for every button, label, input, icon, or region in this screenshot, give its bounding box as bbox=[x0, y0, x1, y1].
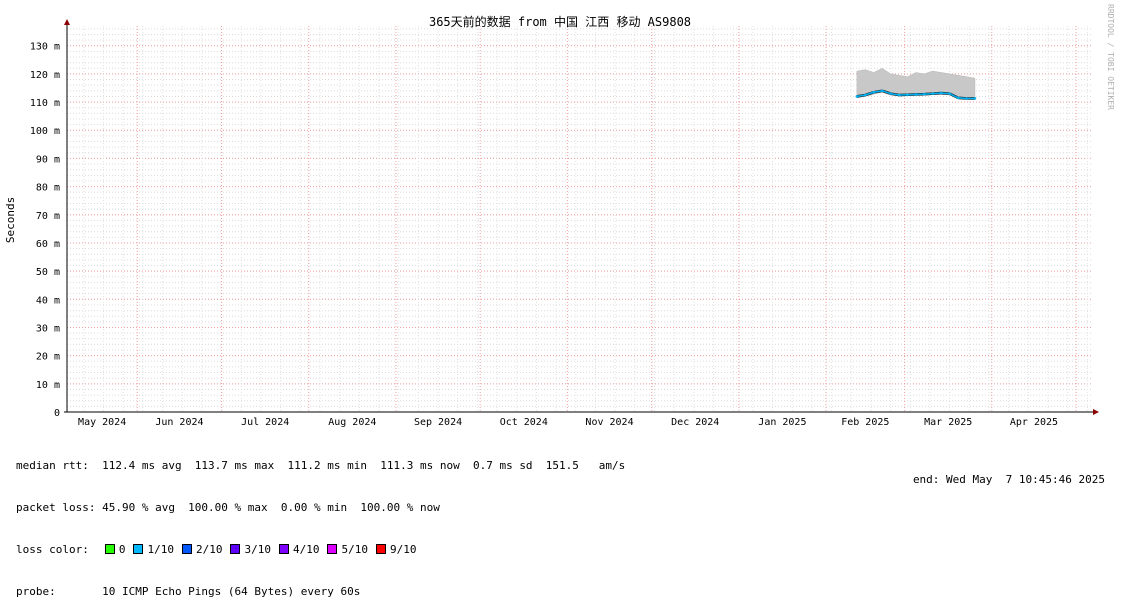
y-tick-label: 120 m bbox=[30, 70, 60, 81]
loss-color-swatch bbox=[278, 544, 289, 554]
median-rtt-point bbox=[889, 92, 892, 95]
loss-color-swatches: 0 1/10 2/10 3/10 4/10 5/10 9/10 bbox=[89, 543, 417, 556]
y-tick-label: 30 m bbox=[36, 323, 60, 334]
x-axis-arrow bbox=[1093, 409, 1099, 415]
loss-color-item: 1/10 bbox=[133, 543, 174, 556]
loss-color-label-text: 1/10 bbox=[147, 543, 174, 556]
chart: 0 10 m 20 m 30 m 40 m 50 m 60 m 70 m 80 m 90 m 100… bbox=[4, 4, 1115, 428]
loss-color-item: 0 bbox=[104, 543, 126, 556]
y-tick-label: 80 m bbox=[36, 183, 60, 194]
x-tick-label: Jul 2024 bbox=[241, 417, 289, 428]
x-tick-label: Sep 2024 bbox=[414, 417, 462, 428]
loss-color-label-text: 2/10 bbox=[195, 543, 223, 556]
loss-color-swatch bbox=[133, 544, 144, 554]
loss-color-label-text: 9/10 bbox=[389, 543, 417, 556]
y-tick-label: 130 m bbox=[30, 42, 60, 53]
x-tick-label: Nov 2024 bbox=[585, 417, 633, 428]
chart-title: 365天前的数据 from 中国 江西 移动 AS9808 bbox=[429, 14, 691, 29]
x-tick-label: Feb 2025 bbox=[841, 417, 889, 428]
y-tick-label: 110 m bbox=[30, 98, 60, 109]
loss-color-swatch bbox=[375, 544, 386, 554]
x-tick-label: Apr 2025 bbox=[1010, 417, 1058, 428]
y-tick-label: 60 m bbox=[36, 239, 60, 250]
loss-color-item: 3/10 bbox=[230, 543, 271, 556]
packet-loss-line: packet loss: 45.90 % avg 100.00 % max 0.… bbox=[16, 501, 440, 514]
median-rtt-point bbox=[948, 92, 951, 95]
median-rtt-point bbox=[914, 93, 918, 96]
y-tick-label: 40 m bbox=[36, 295, 60, 306]
median-rtt-point bbox=[906, 93, 909, 97]
y-tick-label: 10 m bbox=[36, 380, 60, 391]
loss-color-label-text: 5/10 bbox=[341, 543, 368, 556]
loss-color-swatch bbox=[104, 544, 115, 554]
y-tick-label: 50 m bbox=[36, 267, 60, 278]
median-rtt-point bbox=[923, 92, 926, 96]
loss-color-label-text: 4/10 bbox=[292, 543, 320, 556]
y-axis-label: Seconds bbox=[4, 197, 17, 243]
x-tick-label: Jun 2024 bbox=[155, 417, 203, 428]
x-tick-label: May 2024 bbox=[78, 417, 126, 428]
y-tick-label: 90 m bbox=[36, 154, 60, 165]
end-timestamp: end: Wed May 7 10:45:46 2025 bbox=[912, 473, 1105, 486]
x-tick-label: Jan 2025 bbox=[758, 417, 806, 428]
y-axis-arrow bbox=[64, 19, 70, 25]
median-rtt-point bbox=[956, 96, 960, 100]
median-rtt-point bbox=[931, 92, 935, 95]
y-tick-label: 0 bbox=[54, 408, 60, 419]
legend: median rtt: 112.4 ms avg 113.7 ms max 11… bbox=[16, 431, 625, 613]
x-tick-label: Mar 2025 bbox=[924, 417, 972, 428]
loss-color-swatch bbox=[327, 544, 338, 554]
probe-line: probe: 10 ICMP Echo Pings (64 Bytes) eve… bbox=[16, 585, 361, 598]
loss-color-swatch bbox=[230, 544, 241, 554]
loss-color-label-text: 0 bbox=[118, 543, 126, 556]
loss-color-item: 9/10 bbox=[375, 543, 417, 556]
median-rtt-point bbox=[855, 95, 859, 98]
loss-color-swatch bbox=[181, 544, 192, 554]
median-rtt-point bbox=[864, 93, 867, 97]
x-tick-label: Aug 2024 bbox=[328, 417, 376, 428]
loss-color-row: loss color: 0 1/10 2/10 3/10 4/10 5/10 9/10 bbox=[16, 543, 625, 557]
watermark: RRDTOOL / TOBI OETIKER bbox=[1106, 4, 1115, 110]
loss-color-item: 4/10 bbox=[278, 543, 320, 556]
median-rtt-point bbox=[897, 93, 901, 97]
x-tick-label: Oct 2024 bbox=[500, 417, 548, 428]
median-rtt-line: median rtt: 112.4 ms avg 113.7 ms max 11… bbox=[16, 459, 626, 472]
loss-color-item: 5/10 bbox=[327, 543, 368, 556]
loss-color-label: loss color: bbox=[16, 543, 89, 556]
median-rtt-point bbox=[880, 89, 884, 93]
median-rtt-point bbox=[939, 91, 943, 95]
y-tick-label: 20 m bbox=[36, 352, 60, 363]
median-rtt-point bbox=[872, 90, 876, 94]
plot-area bbox=[855, 67, 977, 100]
x-tick-label: Dec 2024 bbox=[671, 417, 719, 428]
median-rtt-point bbox=[973, 97, 977, 100]
y-tick-label: 100 m bbox=[30, 126, 60, 137]
loss-color-item: 2/10 bbox=[181, 543, 223, 556]
median-rtt-point bbox=[965, 97, 968, 100]
loss-color-label-text: 3/10 bbox=[244, 543, 271, 556]
y-tick-label: 70 m bbox=[36, 211, 60, 222]
